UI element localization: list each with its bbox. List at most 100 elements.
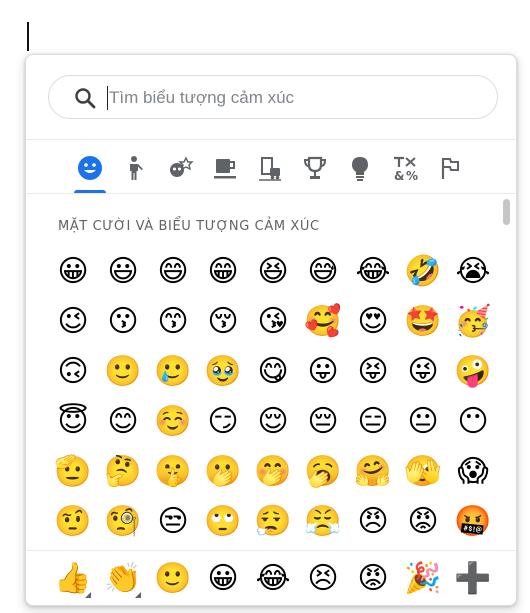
emoji-button[interactable]: 😑: [354, 399, 392, 445]
emoji-button[interactable]: ☺️: [154, 399, 192, 445]
emoji-button[interactable]: 😃: [104, 249, 142, 295]
tab-activities[interactable]: [297, 149, 333, 193]
emoji-button[interactable]: 😘: [254, 299, 292, 345]
category-tabs: &%: [72, 149, 472, 193]
emoji-button[interactable]: 🫡: [54, 449, 92, 495]
tab-animals-nature[interactable]: [162, 149, 198, 193]
emoji-button[interactable]: 😚: [204, 299, 242, 345]
section-title: MẶT CƯỜI VÀ BIỂU TƯỢNG CẢM XÚC: [58, 219, 320, 234]
emoji-button[interactable]: 😇: [54, 399, 92, 445]
emoji-button[interactable]: 😀: [54, 249, 92, 295]
smiley-icon: [76, 154, 104, 186]
recent-emoji-button[interactable]: 👏: [104, 556, 142, 602]
emoji-button[interactable]: 🥳: [454, 299, 492, 345]
trophy-icon: [301, 154, 329, 186]
emoji-button[interactable]: 🥰: [304, 299, 342, 345]
emoji-button[interactable]: 🤬: [454, 499, 492, 545]
recent-emoji-button[interactable]: 👍: [54, 556, 92, 602]
recent-emoji-button[interactable]: 😀: [204, 556, 242, 602]
emoji-button[interactable]: 🤔: [104, 449, 142, 495]
tab-people[interactable]: [117, 149, 153, 193]
emoji-button[interactable]: 🧐: [104, 499, 142, 545]
emoji-button[interactable]: 🫣: [404, 449, 442, 495]
emoji-button[interactable]: 😡: [404, 499, 442, 545]
emoji-button[interactable]: 🤣: [404, 249, 442, 295]
emoji-button[interactable]: 🤗: [354, 449, 392, 495]
emoji-button[interactable]: 🤩: [404, 299, 442, 345]
emoji-button[interactable]: 😄: [154, 249, 192, 295]
emoji-button[interactable]: 🥲: [154, 349, 192, 395]
emoji-button[interactable]: 🙃: [54, 349, 92, 395]
emoji-glyph: 😡: [357, 561, 389, 596]
tab-food-drink[interactable]: [207, 149, 243, 193]
emoji-button[interactable]: 🤪: [454, 349, 492, 395]
flag-icon: [436, 154, 464, 186]
emoji-button[interactable]: 😜: [404, 349, 442, 395]
emoji-button[interactable]: 😤: [304, 499, 342, 545]
emoji-button[interactable]: 😆: [254, 249, 292, 295]
tab-travel-places[interactable]: [252, 149, 288, 193]
emoji-button[interactable]: 😝: [354, 349, 392, 395]
emoji-button[interactable]: 😛: [304, 349, 342, 395]
scrollbar[interactable]: [502, 199, 512, 549]
scrollbar-thumb[interactable]: [503, 199, 510, 225]
tab-symbols[interactable]: &%: [387, 149, 423, 193]
emoji-button[interactable]: 😒: [154, 499, 192, 545]
emoji-button[interactable]: 😋: [254, 349, 292, 395]
recent-emoji-button[interactable]: 😣: [304, 556, 342, 602]
emoji-button[interactable]: 😂: [354, 249, 392, 295]
skin-tone-variants-indicator: [85, 592, 91, 598]
recent-emoji-button[interactable]: 🎉: [404, 556, 442, 602]
emoji-glyph: 👍: [54, 561, 92, 596]
tab-objects[interactable]: [342, 149, 378, 193]
divider: [26, 139, 516, 140]
emoji-button[interactable]: 😶: [454, 399, 492, 445]
symbols-icon: &%: [391, 154, 419, 186]
emoji-button[interactable]: 🥹: [204, 349, 242, 395]
emoji-glyph: 🙂: [154, 561, 192, 596]
lightbulb-icon: [346, 154, 374, 186]
recent-emoji-button[interactable]: 🙂: [154, 556, 192, 602]
emoji-button[interactable]: 🥱: [304, 449, 342, 495]
emoji-button[interactable]: 🙄: [204, 499, 242, 545]
emoji-button[interactable]: 😗: [104, 299, 142, 345]
emoji-button[interactable]: 😔: [304, 399, 342, 445]
emoji-button[interactable]: 😐: [404, 399, 442, 445]
search-input[interactable]: [109, 84, 479, 112]
emoji-button[interactable]: 😭: [454, 249, 492, 295]
emoji-button[interactable]: 🤫: [154, 449, 192, 495]
emoji-button[interactable]: 😮‍💨: [254, 499, 292, 545]
emoji-button[interactable]: 😍: [354, 299, 392, 345]
recent-emoji-button[interactable]: 😡: [354, 556, 392, 602]
emoji-button[interactable]: 😉: [54, 299, 92, 345]
emoji-glyph: 😣: [307, 561, 339, 596]
emoji-glyph: ➕: [454, 561, 492, 596]
tab-smileys[interactable]: [72, 149, 108, 193]
animal-nature-icon: [166, 154, 194, 186]
emoji-button[interactable]: 😌: [254, 399, 292, 445]
emoji-button[interactable]: 😅: [304, 249, 342, 295]
emoji-button[interactable]: 😱: [454, 449, 492, 495]
svg-text:%: %: [406, 169, 418, 182]
recent-emoji-bar: 👍 👏 🙂 😀 😂 😣 😡 🎉 ➕: [26, 551, 516, 605]
emoji-glyph: 🎉: [404, 561, 442, 596]
emoji-button[interactable]: 😠: [354, 499, 392, 545]
emoji-button[interactable]: 🤭: [254, 449, 292, 495]
tab-flags[interactable]: [432, 149, 468, 193]
divider: [26, 193, 516, 194]
recent-emoji-button[interactable]: ➕: [454, 556, 492, 602]
text-cursor: [27, 22, 29, 51]
emoji-picker: &% MẶT CƯỜI VÀ BIỂU TƯỢNG CẢM XÚC 😀 😃 😄 😁 😆 😅…: [25, 54, 517, 606]
emoji-button[interactable]: 🫢: [204, 449, 242, 495]
emoji-button[interactable]: 😊: [104, 399, 142, 445]
food-drink-icon: [211, 154, 239, 186]
recent-emoji-button[interactable]: 😂: [254, 556, 292, 602]
emoji-button[interactable]: 😁: [204, 249, 242, 295]
emoji-button[interactable]: 😙: [154, 299, 192, 345]
travel-places-icon: [256, 154, 284, 186]
emoji-grid: 😀 😃 😄 😁 😆 😅 😂 🤣 😭 😉 😗 😙 😚 😘 🥰 😍 🤩 🥳 🙃 🙂 🥲 🥹 😋 😛 😝 😜 🤪 😇 😊 ☺️ 😏 😌 😔 😑 😐 😶 🫡 🤔 🤫…: [26, 249, 496, 547]
search-box[interactable]: [48, 75, 498, 119]
emoji-button[interactable]: 😏: [204, 399, 242, 445]
emoji-button[interactable]: 🤨: [54, 499, 92, 545]
emoji-button[interactable]: 🙂: [104, 349, 142, 395]
